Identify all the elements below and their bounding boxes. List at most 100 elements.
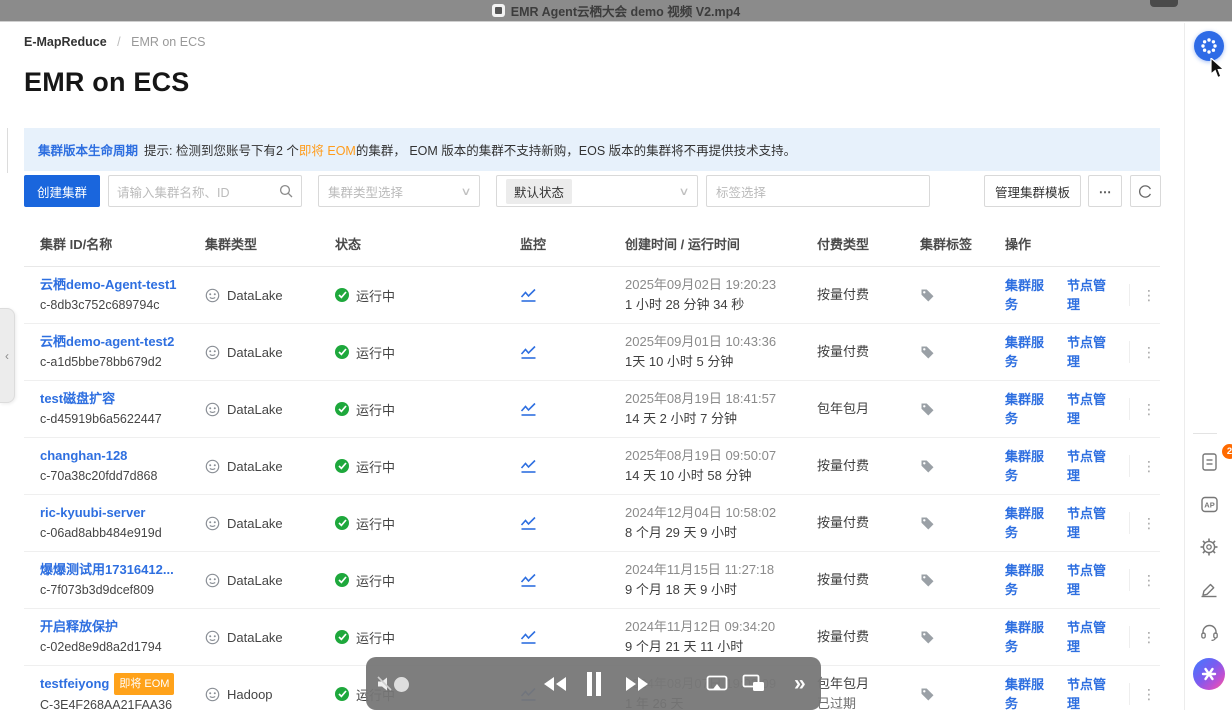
table-row[interactable]: 爆爆测试用17316412... c-7f073b3d9dcef809 Data… bbox=[24, 552, 1160, 609]
cluster-type-select[interactable]: 集群类型选择 ∨ bbox=[318, 175, 480, 207]
row-more-icon[interactable]: ⋮ bbox=[1129, 398, 1156, 420]
collapsed-nav-divider bbox=[7, 128, 8, 173]
status-running-icon bbox=[335, 459, 349, 473]
app-center-icon[interactable] bbox=[1194, 31, 1224, 61]
monitor-chart-icon[interactable] bbox=[520, 402, 537, 417]
cluster-name-link[interactable]: 开启释放保护 bbox=[40, 619, 118, 634]
player-more-button[interactable]: » bbox=[794, 657, 806, 710]
cast-display-button[interactable] bbox=[706, 657, 728, 710]
tag-icon[interactable] bbox=[920, 516, 935, 531]
row-more-icon[interactable]: ⋮ bbox=[1129, 341, 1156, 363]
row-more-icon[interactable]: ⋮ bbox=[1129, 569, 1156, 591]
table-row[interactable]: 云栖demo-agent-test2 c-a1d5bbe78bb679d2 Da… bbox=[24, 324, 1160, 381]
monitor-chart-icon[interactable] bbox=[520, 459, 537, 474]
tag-cell bbox=[920, 573, 1005, 588]
pause-button[interactable] bbox=[585, 657, 603, 710]
node-management-link[interactable]: 节点管理 bbox=[1067, 561, 1111, 599]
node-management-link[interactable]: 节点管理 bbox=[1067, 675, 1111, 710]
cluster-type-icon bbox=[205, 573, 220, 587]
api-icon[interactable]: AP bbox=[1198, 493, 1220, 515]
tag-select-input[interactable]: 标签选择 bbox=[706, 175, 930, 207]
cluster-services-link[interactable]: 集群服务 bbox=[1005, 504, 1049, 542]
tag-icon[interactable] bbox=[920, 288, 935, 303]
tag-icon[interactable] bbox=[920, 573, 935, 588]
rewind-button[interactable] bbox=[542, 657, 568, 710]
row-more-icon[interactable]: ⋮ bbox=[1129, 626, 1156, 648]
time-cell: 2025年09月01日 10:43:36 1天 10 小时 5 分钟 bbox=[625, 332, 817, 372]
node-management-link[interactable]: 节点管理 bbox=[1067, 618, 1111, 656]
monitor-chart-icon[interactable] bbox=[520, 630, 537, 645]
cluster-name-link[interactable]: ric-kyuubi-server bbox=[40, 505, 146, 520]
cluster-search-input[interactable]: 请输入集群名称、ID bbox=[108, 175, 302, 207]
banner-link[interactable]: 集群版本生命周期 bbox=[38, 140, 138, 159]
search-placeholder: 请输入集群名称、ID bbox=[117, 185, 230, 200]
tag-icon[interactable] bbox=[920, 345, 935, 360]
cluster-services-link[interactable]: 集群服务 bbox=[1005, 447, 1049, 485]
payment-type: 按量付费 bbox=[817, 515, 870, 530]
time-cell: 2024年11月12日 09:34:20 9 个月 21 天 11 小时 bbox=[625, 617, 817, 657]
refresh-button[interactable] bbox=[1130, 175, 1161, 207]
monitor-chart-icon[interactable] bbox=[520, 345, 537, 360]
cluster-services-link[interactable]: 集群服务 bbox=[1005, 390, 1049, 428]
cluster-name-link[interactable]: 云栖demo-agent-test2 bbox=[40, 334, 174, 349]
volume-muted-icon[interactable] bbox=[376, 657, 394, 710]
cluster-type-label: DataLake bbox=[227, 629, 283, 645]
row-more-icon[interactable]: ⋮ bbox=[1129, 455, 1156, 477]
table-row[interactable]: ric-kyuubi-server c-06ad8abb484e919d Dat… bbox=[24, 495, 1160, 552]
feedback-pen-icon[interactable] bbox=[1198, 579, 1220, 601]
row-more-icon[interactable]: ⋮ bbox=[1129, 284, 1156, 306]
cluster-services-link[interactable]: 集群服务 bbox=[1005, 618, 1049, 656]
cluster-services-link[interactable]: 集群服务 bbox=[1005, 675, 1049, 710]
status-running-icon bbox=[335, 288, 349, 302]
running-duration: 1 小时 28 分钟 34 秒 bbox=[625, 297, 745, 312]
table-row[interactable]: changhan-128 c-70a38c20fdd7d868 DataLake… bbox=[24, 438, 1160, 495]
create-cluster-button[interactable]: 创建集群 bbox=[24, 175, 100, 207]
node-management-link[interactable]: 节点管理 bbox=[1067, 333, 1111, 371]
node-management-link[interactable]: 节点管理 bbox=[1067, 276, 1111, 314]
cluster-name-link[interactable]: 爆爆测试用17316412... bbox=[40, 562, 174, 577]
status-filter-select[interactable]: 默认状态 ∨ bbox=[496, 175, 698, 207]
monitor-chart-icon[interactable] bbox=[520, 516, 537, 531]
cluster-name-link[interactable]: test磁盘扩容 bbox=[40, 391, 115, 406]
search-icon[interactable] bbox=[279, 184, 293, 198]
cluster-name-link[interactable]: 云栖demo-Agent-test1 bbox=[40, 277, 177, 292]
tag-cell bbox=[920, 345, 1005, 360]
volume-knob[interactable] bbox=[394, 677, 409, 692]
monitor-chart-icon[interactable] bbox=[520, 573, 537, 588]
tag-cell bbox=[920, 516, 1005, 531]
ai-assistant-icon[interactable] bbox=[1193, 658, 1225, 690]
tag-icon[interactable] bbox=[920, 459, 935, 474]
fast-forward-button[interactable] bbox=[624, 657, 650, 710]
document-icon[interactable]: 2 bbox=[1198, 444, 1232, 473]
manage-cluster-template-button[interactable]: 管理集群模板 bbox=[984, 175, 1081, 207]
node-management-link[interactable]: 节点管理 bbox=[1067, 390, 1111, 428]
left-panel-collapse-handle[interactable]: ‹ bbox=[0, 308, 15, 403]
gear-icon[interactable] bbox=[1198, 536, 1220, 558]
status-filter-chip[interactable]: 默认状态 bbox=[506, 178, 573, 204]
tag-icon[interactable] bbox=[920, 630, 935, 645]
cluster-services-link[interactable]: 集群服务 bbox=[1005, 561, 1049, 599]
node-management-link[interactable]: 节点管理 bbox=[1067, 504, 1111, 542]
row-more-icon[interactable]: ⋮ bbox=[1129, 683, 1156, 705]
tag-icon[interactable] bbox=[920, 402, 935, 417]
cluster-type-placeholder: 集群类型选择 bbox=[328, 185, 404, 200]
more-actions-button[interactable]: ⋯ bbox=[1088, 175, 1122, 207]
table-row[interactable]: 云栖demo-Agent-test1 c-8db3c752c689794c Da… bbox=[24, 267, 1160, 324]
status-label: 运行中 bbox=[356, 459, 396, 475]
video-player-controls[interactable]: » bbox=[366, 657, 821, 710]
picture-in-picture-button[interactable] bbox=[742, 657, 766, 710]
tag-icon[interactable] bbox=[920, 687, 935, 702]
cluster-name-link[interactable]: changhan-128 bbox=[40, 448, 127, 463]
time-cell: 2025年08月19日 18:41:57 14 天 2 小时 7 分钟 bbox=[625, 389, 817, 429]
status-label: 运行中 bbox=[356, 630, 396, 646]
node-management-link[interactable]: 节点管理 bbox=[1067, 447, 1111, 485]
cluster-name-link[interactable]: testfeiyong bbox=[40, 676, 109, 691]
table-row[interactable]: test磁盘扩容 c-d45919b6a5622447 DataLake 运行中 bbox=[24, 381, 1160, 438]
running-duration: 9 个月 21 天 11 小时 bbox=[625, 639, 744, 654]
cluster-services-link[interactable]: 集群服务 bbox=[1005, 276, 1049, 314]
row-more-icon[interactable]: ⋮ bbox=[1129, 512, 1156, 534]
monitor-chart-icon[interactable] bbox=[520, 288, 537, 303]
cluster-services-link[interactable]: 集群服务 bbox=[1005, 333, 1049, 371]
support-headset-icon[interactable] bbox=[1198, 621, 1220, 643]
breadcrumb-root[interactable]: E-MapReduce bbox=[24, 35, 107, 49]
